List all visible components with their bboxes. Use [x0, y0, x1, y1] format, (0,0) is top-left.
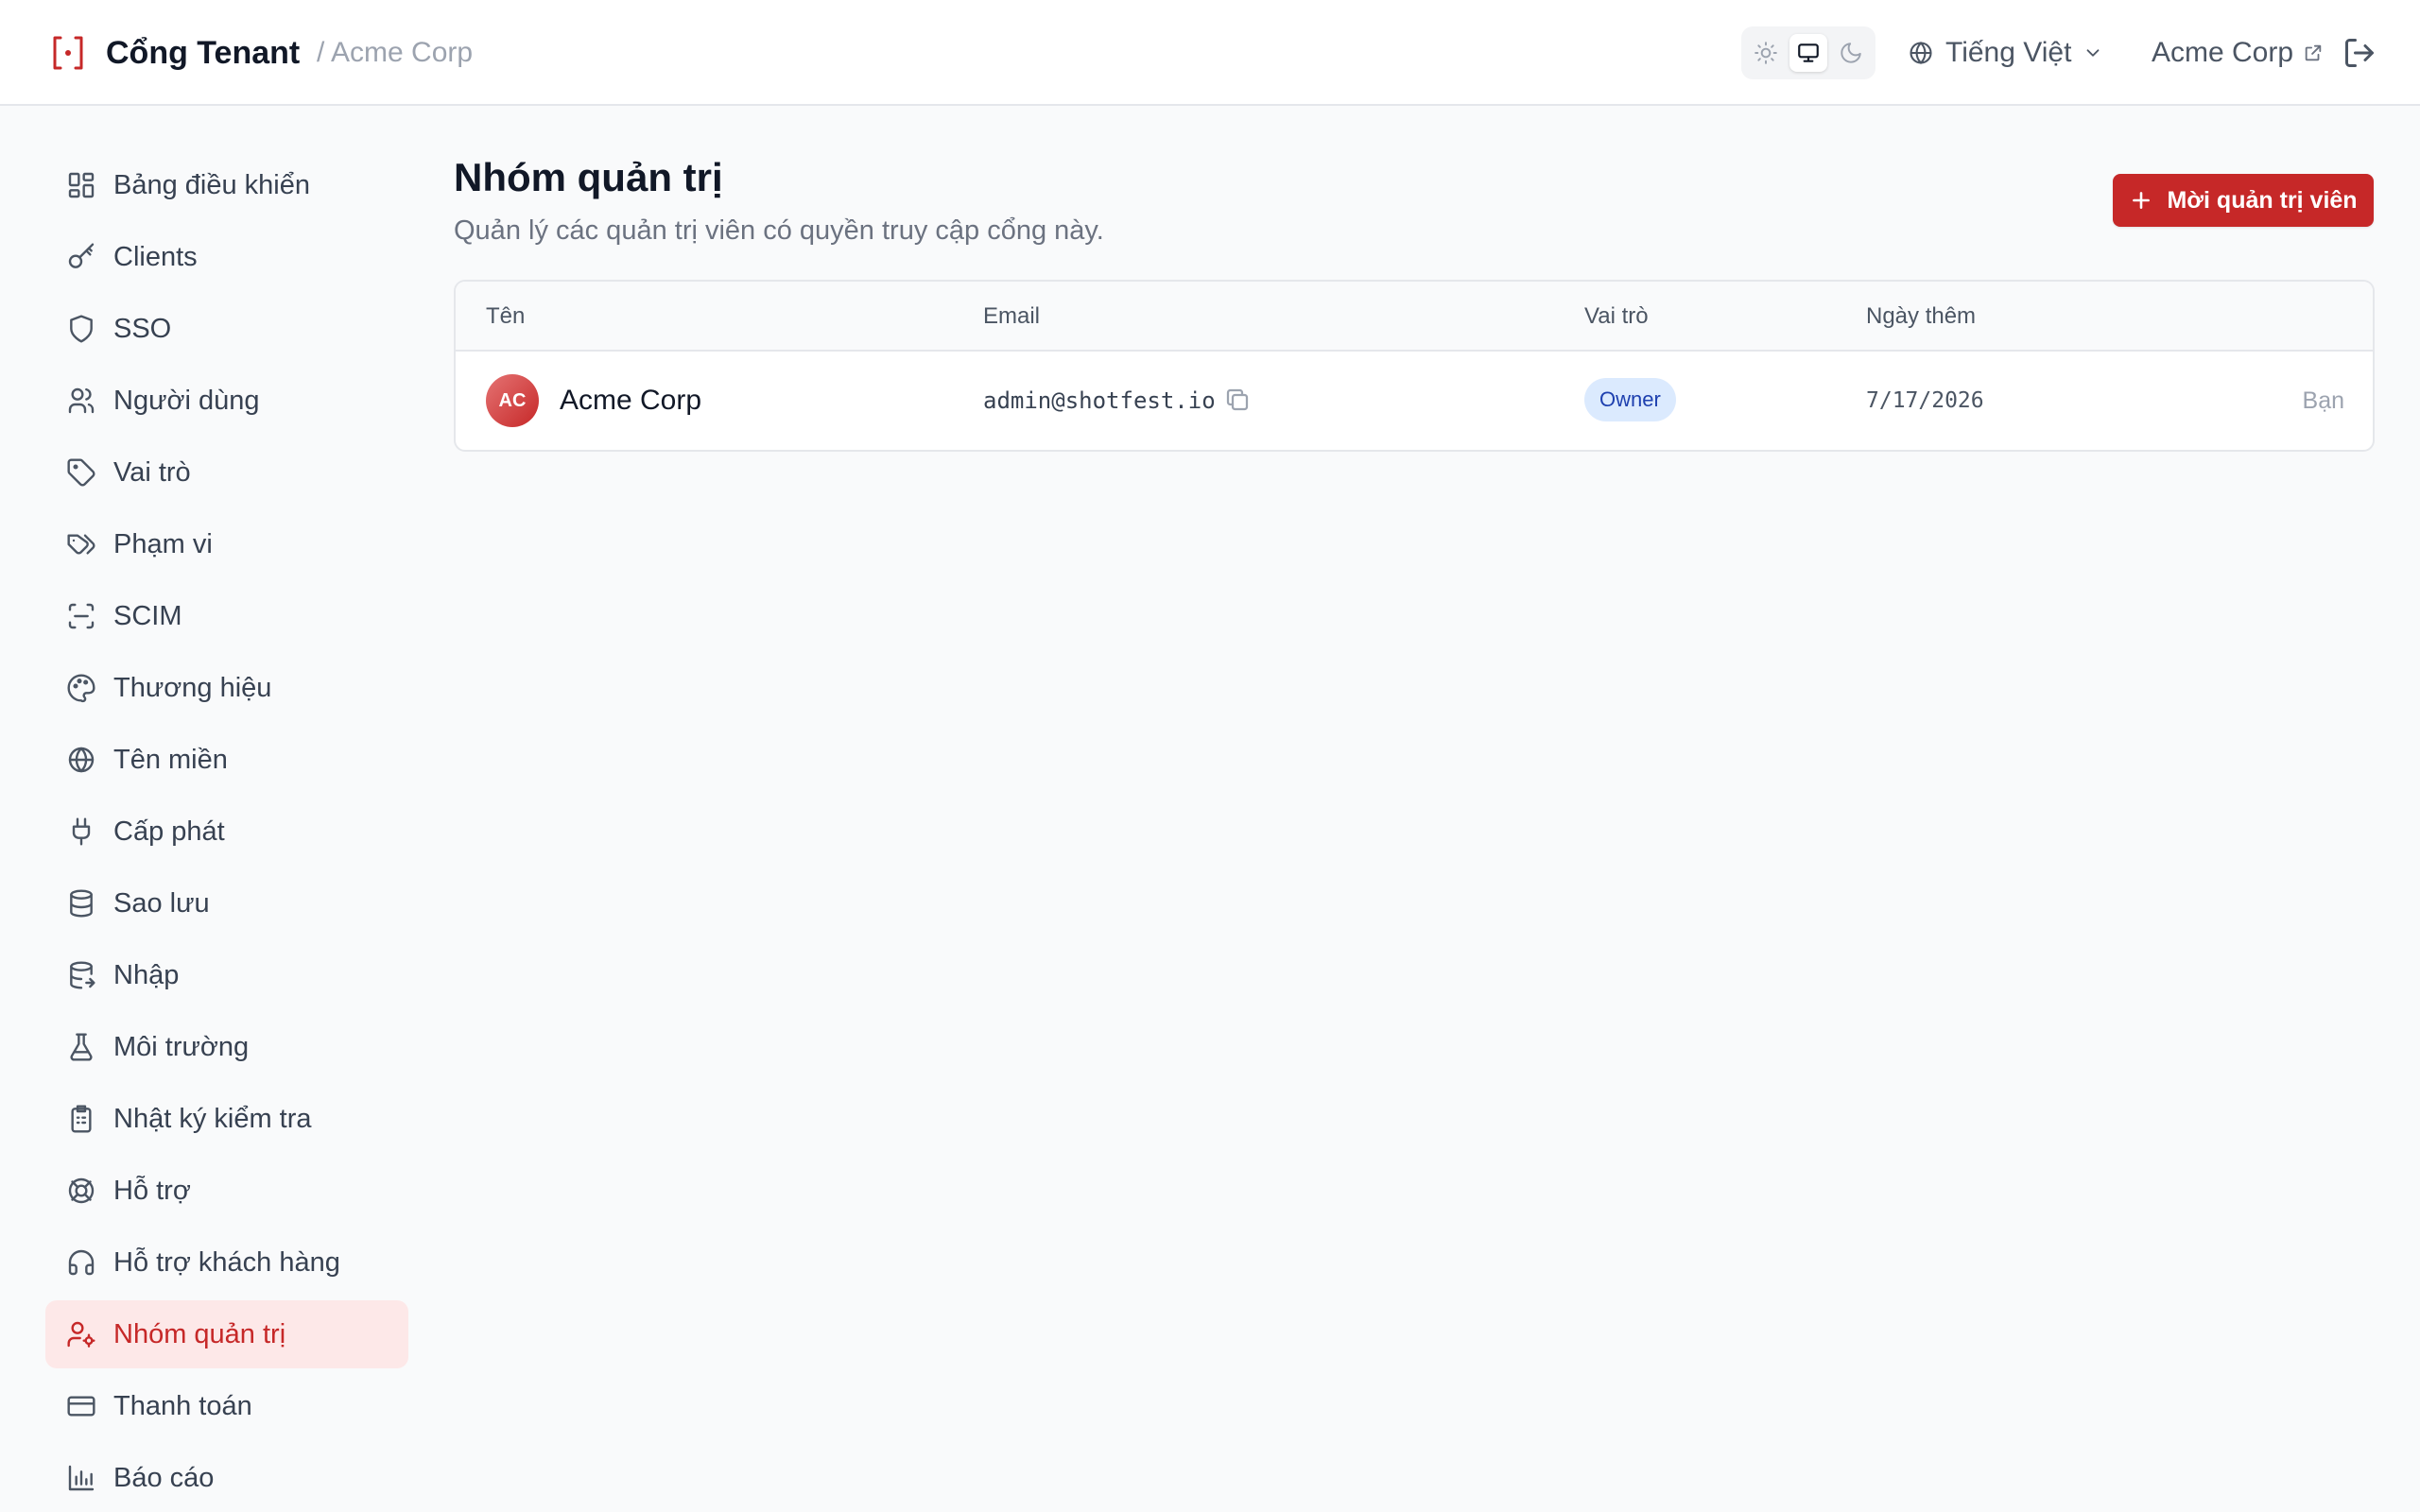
users-icon — [68, 387, 95, 414]
column-header-email[interactable]: Email — [983, 302, 1040, 331]
sidebar-item-label: Thương hiệu — [113, 672, 272, 703]
database-import-icon — [70, 961, 95, 989]
bar-chart-icon — [68, 1465, 95, 1491]
sidebar-item-label: Phạm vi — [113, 528, 213, 559]
clipboard-icon — [71, 1105, 92, 1133]
scan-icon — [68, 603, 95, 629]
headset-icon — [68, 1249, 95, 1276]
sidebar-item-15[interactable]: Hỗ trợ — [45, 1157, 408, 1225]
database-icon — [70, 889, 93, 918]
sidebar-item-label: SCIM — [113, 600, 182, 631]
sidebar-item-19[interactable]: Báo cáo — [45, 1444, 408, 1512]
sidebar-item-label: Nhập — [113, 959, 180, 990]
tag-icon — [67, 458, 95, 487]
page-subtitle: Quản lý các quản trị viên có quyền truy … — [454, 215, 1104, 246]
sidebar-item-label: Bảng điều khiển — [113, 169, 310, 200]
sidebar-item-6[interactable]: Phạm vi — [45, 510, 408, 578]
sun-icon — [1754, 42, 1777, 64]
sidebar-item-label: Sao lưu — [113, 887, 210, 919]
sidebar-item-18[interactable]: Thanh toán — [45, 1372, 408, 1440]
palette-icon — [67, 674, 95, 703]
date-added: 7/17/2026 — [1866, 388, 1984, 413]
app-title[interactable]: Cổng Tenant — [106, 32, 300, 74]
sidebar-item-label: Thanh toán — [113, 1390, 252, 1421]
table-header: Tên Email Vai trò Ngày thêm — [456, 282, 2373, 352]
logout-icon[interactable] — [2342, 36, 2377, 70]
sidebar-item-label: Nhóm quản trị — [113, 1318, 286, 1349]
sidebar: Bảng điều khiển Clients SSO Người dùng Vai t… — [45, 151, 408, 1512]
tenant-name: Acme Corp — [2152, 37, 2294, 68]
sidebar-item-label: SSO — [113, 313, 172, 344]
dashboard-icon — [68, 172, 95, 198]
language-label: Tiếng Việt — [1945, 37, 2072, 68]
moon-icon — [1841, 43, 1861, 63]
plug-icon — [72, 817, 91, 846]
sidebar-item-4[interactable]: Người dùng — [45, 367, 408, 435]
sidebar-item-12[interactable]: Nhập — [45, 941, 408, 1009]
sidebar-item-3[interactable]: SSO — [45, 295, 408, 363]
admin-table: Tên Email Vai trò Ngày thêm AC Acme Corp… — [454, 280, 2375, 452]
top-bar: Cổng Tenant / Acme Corp Tiếng Việt Acme … — [0, 0, 2420, 106]
sidebar-item-11[interactable]: Sao lưu — [45, 869, 408, 937]
sidebar-item-13[interactable]: Môi trường — [45, 1013, 408, 1081]
role-badge: Owner — [1584, 378, 1676, 421]
admin-name: Acme Corp — [560, 385, 702, 416]
sidebar-item-label: Hỗ trợ — [113, 1175, 191, 1206]
sidebar-item-5[interactable]: Vai trò — [45, 438, 408, 507]
invite-admin-button[interactable]: Mời quản trị viên — [2113, 174, 2374, 227]
monitor-icon — [1798, 43, 1819, 62]
sidebar-item-9[interactable]: Tên miền — [45, 726, 408, 794]
theme-dark-button[interactable] — [1832, 34, 1870, 72]
sidebar-item-16[interactable]: Hỗ trợ khách hàng — [45, 1228, 408, 1297]
sidebar-item-label: Clients — [113, 241, 198, 272]
sidebar-item-label: Môi trường — [113, 1031, 250, 1062]
sidebar-item-label: Báo cáo — [113, 1462, 215, 1493]
chevron-down-icon — [2087, 49, 2100, 57]
globe-icon — [68, 747, 95, 773]
sidebar-item-14[interactable]: Nhật ký kiểm tra — [45, 1085, 408, 1153]
plus-icon — [2133, 192, 2151, 209]
sidebar-item-17[interactable]: Nhóm quản trị — [45, 1300, 408, 1368]
sidebar-item-1[interactable]: Bảng điều khiển — [45, 151, 408, 219]
sidebar-item-label: Tên miền — [113, 744, 228, 775]
sidebar-item-2[interactable]: Clients — [45, 223, 408, 291]
sidebar-item-label: Nhật ký kiểm tra — [113, 1103, 312, 1134]
sidebar-item-10[interactable]: Cấp phát — [45, 798, 408, 866]
page-title: Nhóm quản trị — [454, 155, 723, 199]
sidebar-item-8[interactable]: Thương hiệu — [45, 654, 408, 722]
key-icon — [68, 243, 95, 268]
flask-icon — [70, 1033, 93, 1061]
column-header-name[interactable]: Tên — [486, 302, 525, 331]
sidebar-item-label: Hỗ trợ khách hàng — [113, 1246, 340, 1278]
invite-admin-label: Mời quản trị viên — [2167, 186, 2358, 214]
column-header-role[interactable]: Vai trò — [1584, 302, 1649, 331]
table-row[interactable]: AC Acme Corp admin@shotfest.io Owner 7/1… — [456, 352, 2373, 450]
sidebar-item-label: Cấp phát — [113, 816, 225, 847]
theme-system-button[interactable] — [1789, 34, 1827, 72]
avatar: AC — [486, 374, 539, 427]
shield-icon — [70, 315, 93, 343]
tenant-link[interactable]: Acme Corp — [2152, 32, 2324, 74]
self-indicator: Bạn — [2302, 387, 2344, 414]
credit-card-icon — [67, 1396, 95, 1417]
external-link-icon — [2305, 44, 2322, 61]
breadcrumb: / Acme Corp — [317, 37, 474, 68]
logo-icon[interactable] — [49, 34, 87, 72]
user-cog-icon — [67, 1321, 95, 1348]
copy-icon[interactable] — [1223, 386, 1252, 414]
globe-icon — [1910, 42, 1932, 64]
sidebar-item-label: Vai trò — [113, 456, 191, 488]
column-header-date-added[interactable]: Ngày thêm — [1866, 302, 1976, 331]
admin-email: admin@shotfest.io — [983, 387, 1216, 414]
sidebar-item-7[interactable]: SCIM — [45, 582, 408, 650]
language-select[interactable]: Tiếng Việt — [1908, 32, 2103, 74]
tags-icon — [67, 534, 95, 555]
theme-toggle — [1741, 26, 1876, 79]
sidebar-item-label: Người dùng — [113, 385, 260, 416]
lifebuoy-icon — [68, 1177, 95, 1204]
theme-light-button[interactable] — [1747, 34, 1785, 72]
